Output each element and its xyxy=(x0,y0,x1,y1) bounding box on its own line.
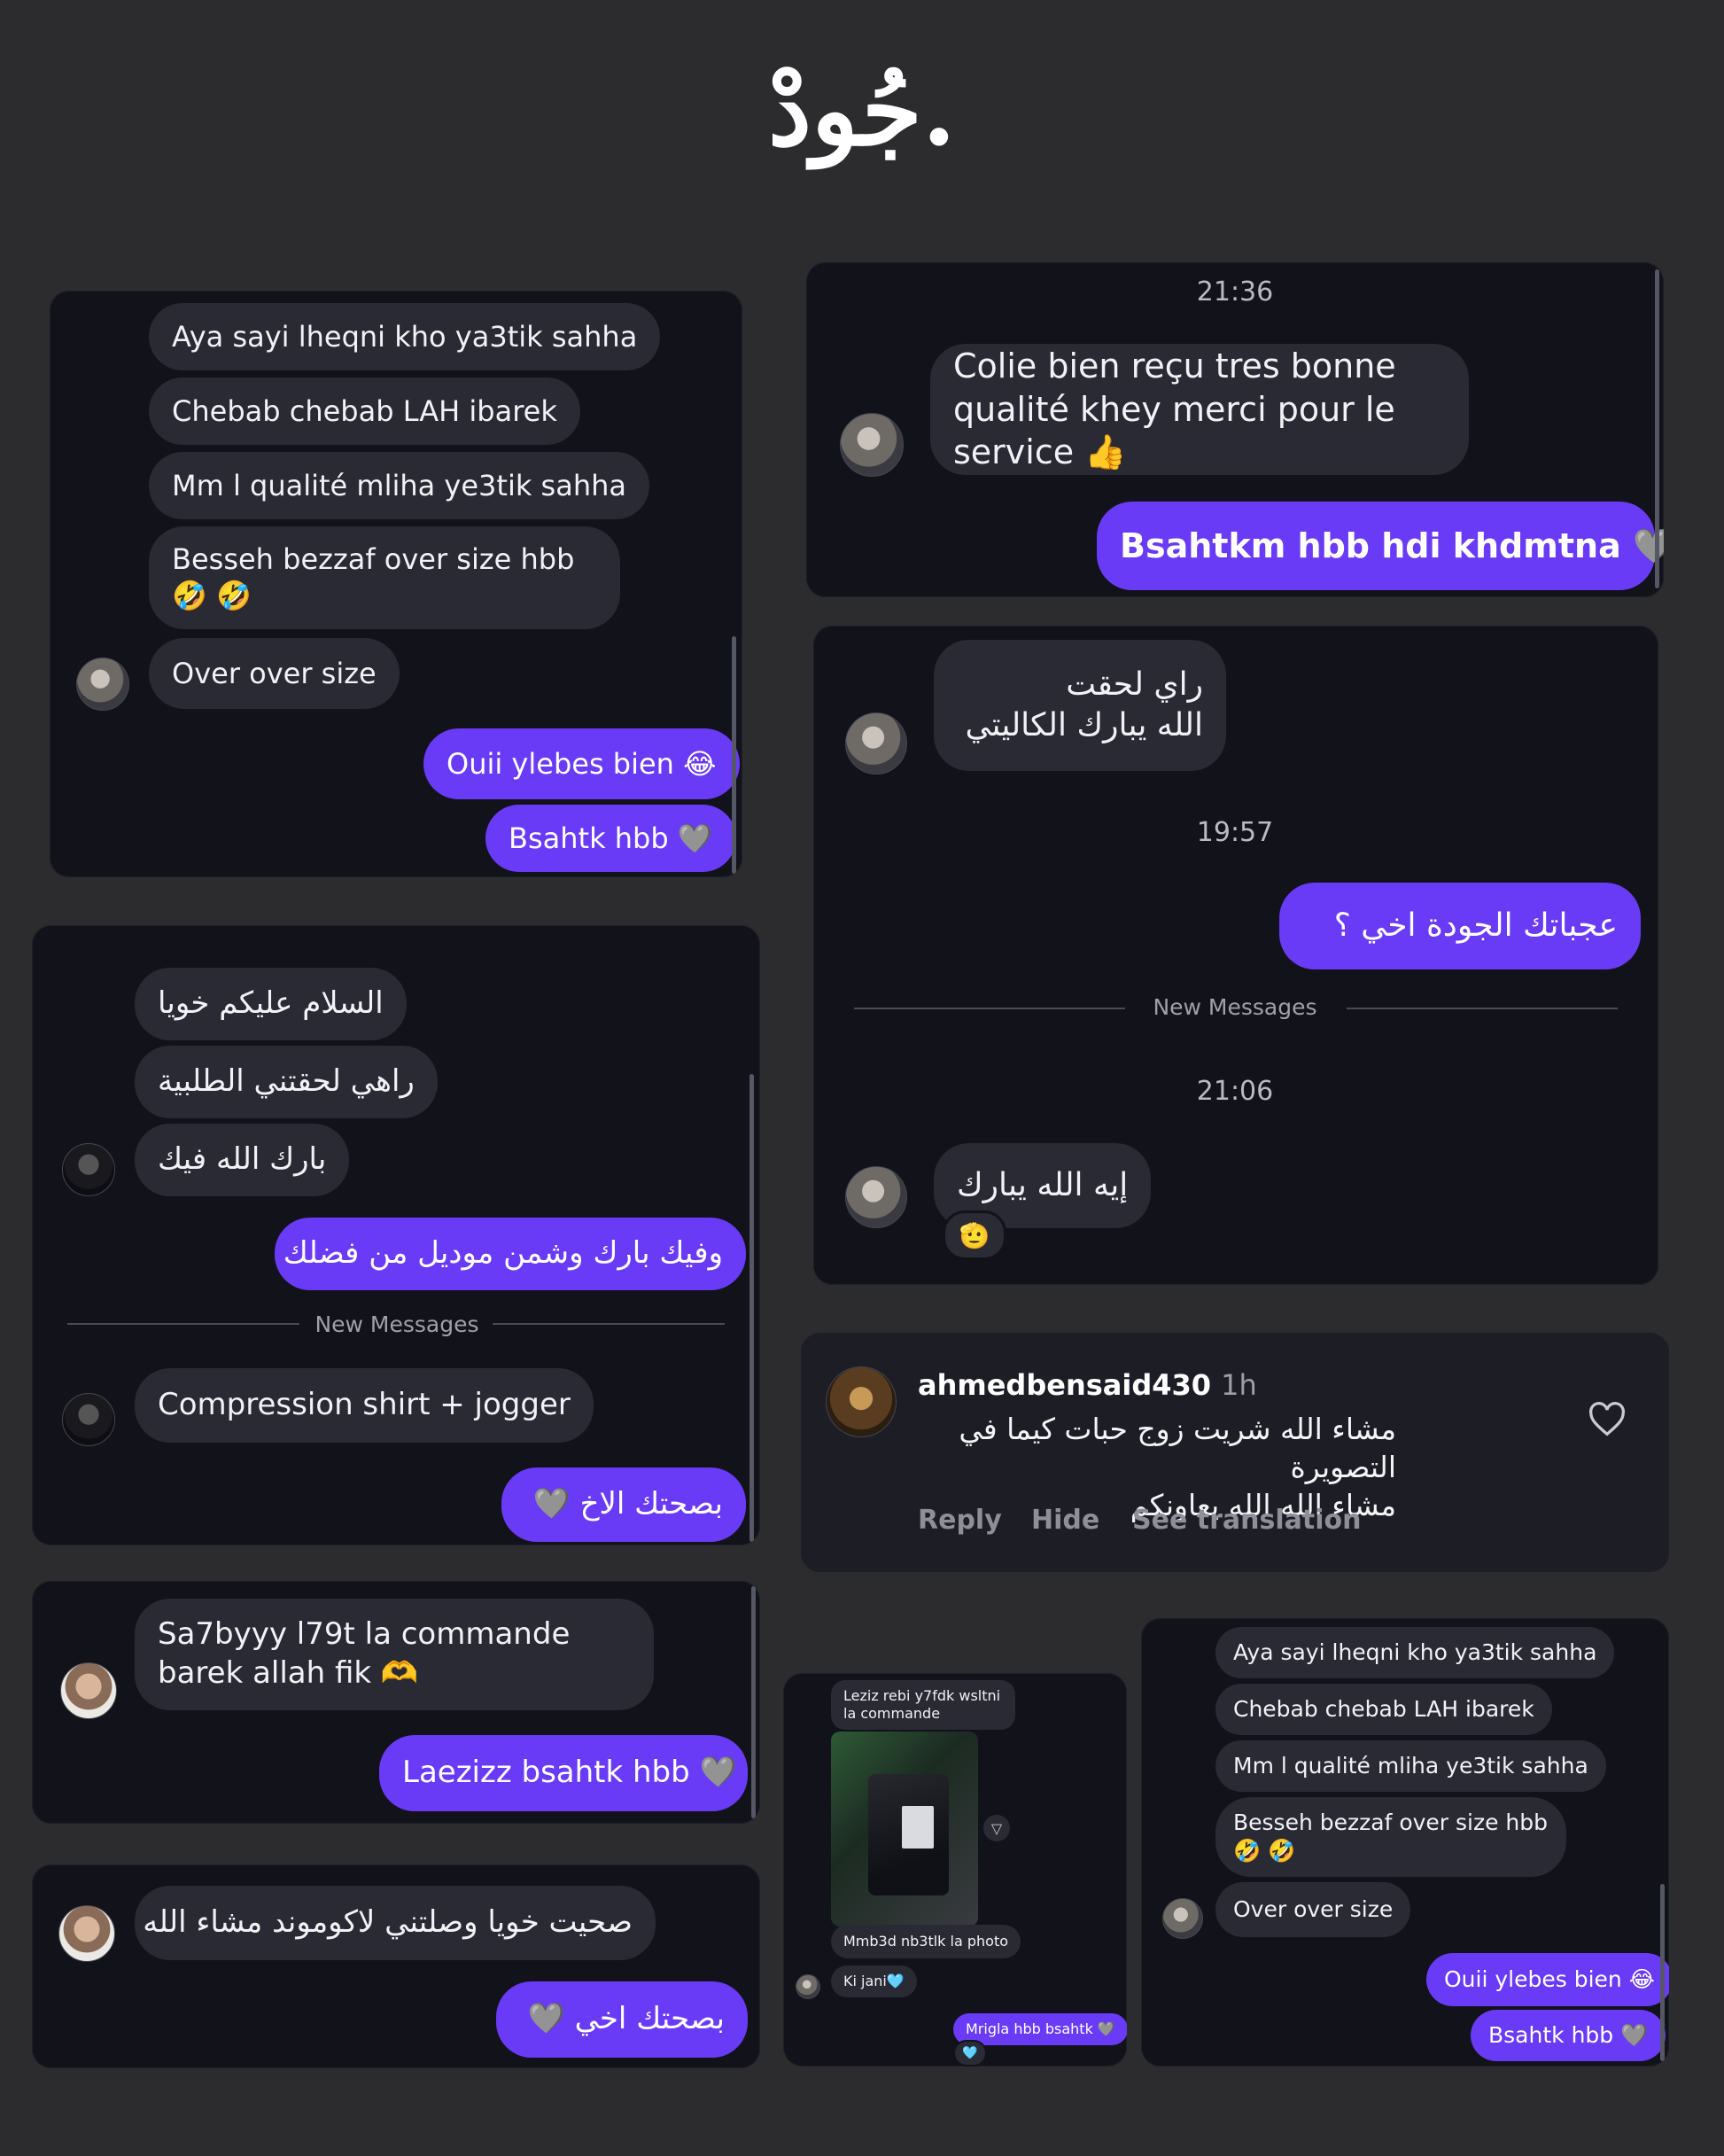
message-bubble-in[interactable]: Aya sayi lheqni kho ya3tik sahha xyxy=(1215,1627,1615,1678)
comment-username[interactable]: ahmedbensaid430 xyxy=(918,1368,1211,1402)
message-bubble-in[interactable]: راي لحقت الله يبارك الكاليتي xyxy=(934,640,1226,771)
message-bubble-in[interactable]: Sa7byyy l79t la commande barek allah fik… xyxy=(135,1599,654,1710)
timestamp: 19:57 xyxy=(1196,817,1274,848)
message-bubble-out[interactable]: بصحتك الاخ 🩶 xyxy=(501,1467,746,1542)
comment-header[interactable]: ahmedbensaid430 1h xyxy=(918,1368,1257,1402)
chat-card-7: Leziz rebi y7fdk wsltni la commande ▽ Mm… xyxy=(783,1673,1127,2066)
chat-card-2: 21:36 Colie bien reçu tres bonne qualité… xyxy=(806,262,1664,597)
new-messages-label: New Messages xyxy=(315,1312,479,1337)
scrollbar[interactable] xyxy=(749,1074,754,1542)
message-bubble-in[interactable]: Colie bien reçu tres bonne qualité khey … xyxy=(930,344,1469,475)
new-messages-divider xyxy=(493,1323,725,1325)
message-bubble-in[interactable]: Chebab chebab LAH ibarek xyxy=(1215,1684,1552,1735)
contact-avatar[interactable] xyxy=(76,658,129,711)
message-bubble-in[interactable]: Ki jani🩵 xyxy=(831,1965,917,1997)
message-bubble-in[interactable]: Mmb3d nb3tlk la photo xyxy=(831,1925,1021,1958)
chat-card-8: Aya sayi lheqni kho ya3tik sahha Chebab … xyxy=(1141,1618,1669,2066)
comment-time: 1h xyxy=(1221,1368,1257,1402)
contact-avatar[interactable] xyxy=(62,1143,115,1196)
scrollbar[interactable] xyxy=(751,1586,756,1818)
message-bubble-in[interactable]: السلام عليكم خويا xyxy=(135,968,407,1040)
share-icon[interactable]: ▽ xyxy=(983,1815,1010,1841)
message-bubble-out[interactable]: بصحتك اخي 🩶 xyxy=(496,1981,748,2058)
hide-button[interactable]: Hide xyxy=(1031,1505,1099,1536)
timestamp: 21:06 xyxy=(1196,1076,1274,1107)
message-reaction[interactable]: 🫡 xyxy=(943,1210,1006,1260)
see-translation-button[interactable]: See translation xyxy=(1132,1505,1361,1536)
message-bubble-in[interactable]: Mm l qualité mliha ye3tik sahha xyxy=(1215,1740,1606,1792)
message-bubble-in[interactable]: بارك الله فيك xyxy=(135,1124,350,1196)
message-bubble-out[interactable]: Ouii ylebes bien 😂 xyxy=(423,728,740,799)
package-label xyxy=(901,1805,935,1849)
scrollbar[interactable] xyxy=(1660,1884,1665,2061)
comment-card: ahmedbensaid430 1h مشاء الله شريت زوج حب… xyxy=(801,1333,1669,1572)
message-bubble-in[interactable]: Mm l qualité mliha ye3tik sahha xyxy=(149,452,649,519)
message-bubble-in[interactable]: راهي لحقتني الطلبية xyxy=(135,1046,438,1118)
chat-card-4: راي لحقت الله يبارك الكاليتي 19:57 عجبات… xyxy=(813,626,1658,1285)
commenter-avatar[interactable] xyxy=(826,1366,897,1437)
message-bubble-in[interactable]: Chebab chebab LAH ibarek xyxy=(149,377,580,445)
contact-avatar[interactable] xyxy=(58,1905,115,1962)
message-bubble-out[interactable]: Bsahtk hbb 🩶 xyxy=(485,805,736,872)
message-bubble-in[interactable]: Aya sayi lheqni kho ya3tik sahha xyxy=(149,303,661,370)
message-bubble-out[interactable]: عجباتك الجودة اخي ؟ xyxy=(1279,883,1641,969)
message-bubble-in[interactable]: Leziz rebi y7fdk wsltni la commande xyxy=(831,1680,1015,1730)
message-bubble-out[interactable]: Laezizz bsahtk hbb 🩶 xyxy=(379,1735,748,1811)
timestamp: 21:36 xyxy=(1196,276,1274,307)
contact-avatar[interactable] xyxy=(62,1393,115,1446)
contact-avatar[interactable] xyxy=(1162,1898,1203,1939)
chat-card-6: صحيت خويا وصلتني لاكوموند مشاء الله بصحت… xyxy=(32,1864,760,2068)
message-bubble-in[interactable]: Over over size xyxy=(149,638,400,709)
contact-avatar[interactable] xyxy=(60,1662,117,1719)
scrollbar[interactable] xyxy=(1655,269,1659,588)
message-reaction[interactable]: 🩵 xyxy=(953,2040,987,2066)
chat-card-3: السلام عليكم خويا راهي لحقتني الطلبية با… xyxy=(32,925,760,1545)
new-messages-divider xyxy=(1347,1008,1618,1009)
message-bubble-in[interactable]: Compression shirt + jogger xyxy=(135,1368,594,1443)
chat-card-1: Aya sayi lheqni kho ya3tik sahha Chebab … xyxy=(50,291,742,877)
scrollbar[interactable] xyxy=(732,636,736,874)
message-bubble-out[interactable]: Ouii ylebes bien 😂 xyxy=(1426,1953,1669,2006)
brand-logo: جُودْ. xyxy=(767,53,957,167)
contact-avatar[interactable] xyxy=(845,1166,907,1228)
contact-avatar[interactable] xyxy=(845,712,907,774)
message-bubble-out[interactable]: Bsahtkm hbb hdi khdmtna 🩶 xyxy=(1097,502,1664,590)
new-messages-divider xyxy=(854,1008,1125,1009)
message-bubble-in[interactable]: Besseh bezzaf over size hbb 🤣 🤣 xyxy=(1215,1797,1566,1877)
message-bubble-in[interactable]: صحيت خويا وصلتني لاكوموند مشاء الله xyxy=(135,1886,656,1960)
message-bubble-in[interactable]: Besseh bezzaf over size hbb 🤣 🤣 xyxy=(149,526,620,629)
message-bubble-out[interactable]: Bsahtk hbb 🩶 xyxy=(1471,2010,1666,2061)
reply-button[interactable]: Reply xyxy=(918,1505,1002,1536)
message-bubble-out[interactable]: وفيك بارك وشمن موديل من فضلك xyxy=(275,1218,746,1290)
new-messages-divider xyxy=(67,1323,299,1325)
like-heart-icon[interactable] xyxy=(1588,1402,1627,1437)
contact-avatar[interactable] xyxy=(840,413,904,477)
message-bubble-in[interactable]: Over over size xyxy=(1215,1882,1411,1937)
new-messages-label: New Messages xyxy=(1153,994,1317,1020)
chat-card-5: Sa7byyy l79t la commande barek allah fik… xyxy=(32,1581,760,1824)
contact-avatar[interactable] xyxy=(796,1974,820,1999)
package-photo[interactable] xyxy=(831,1732,978,1926)
